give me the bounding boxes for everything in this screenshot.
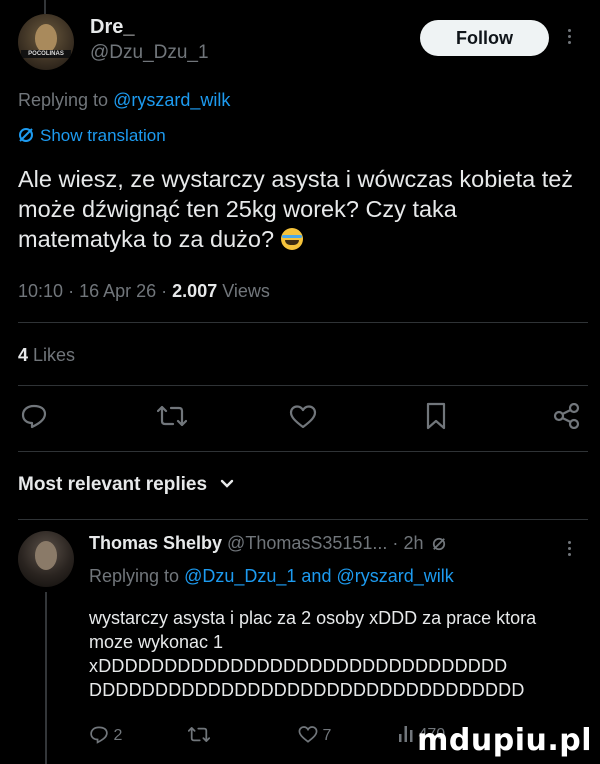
reply-more-options-icon[interactable] [568, 538, 574, 559]
show-translation[interactable]: Show translation [18, 126, 166, 146]
avatar-badge: POCOLINAS [21, 49, 71, 58]
like-icon [298, 726, 318, 743]
author-avatar[interactable]: POCOLINAS [18, 14, 74, 70]
translate-icon [19, 128, 33, 142]
author-handle[interactable]: @Dzu_Dzu_1 [90, 42, 209, 64]
divider [18, 519, 588, 520]
divider [18, 322, 588, 323]
replies-sort-label: Most relevant replies [18, 474, 208, 495]
meta-separator: · [161, 281, 168, 301]
replying-prefix: Replying to [18, 90, 109, 110]
reply-action-retweet[interactable] [187, 725, 211, 749]
likes-count: 4 [18, 345, 29, 365]
laughing-tears-emoji-icon [280, 228, 303, 250]
tweet-meta: 10:10 · 16 Apr 26 · 2.007 Views [18, 281, 270, 302]
tweet-time[interactable]: 10:10 [18, 281, 63, 301]
likes-summary[interactable]: 4 Likes [18, 345, 75, 366]
reply-thread-line [45, 592, 47, 764]
replies-sort-dropdown[interactable]: Most relevant replies [18, 474, 234, 496]
follow-button[interactable]: Follow [420, 20, 549, 56]
replying-mention[interactable]: @ryszard_wilk [113, 90, 230, 110]
reply-replying-prefix: Replying to [89, 566, 180, 586]
reply-count: 2 [113, 727, 123, 744]
reply-mention-2[interactable]: @ryszard_wilk [336, 566, 453, 586]
views-icon [399, 726, 413, 742]
chevron-down-icon [221, 479, 234, 488]
likes-label: Likes [33, 345, 76, 365]
views-label: Views [222, 281, 270, 301]
translate-icon [433, 537, 446, 551]
reply-icon [90, 726, 108, 744]
watermark-logo: mdupiu.pl [417, 723, 592, 758]
like-icon[interactable] [289, 404, 317, 430]
replying-to: Replying to @ryszard_wilk [18, 90, 230, 111]
retweet-icon [187, 727, 211, 742]
reply-body-line3: DDDDDDDDDDDDDDDDDDDDDDDDDDDDDDDDD [89, 680, 525, 700]
author-name[interactable]: Dre_ [90, 16, 134, 39]
like-count: 7 [322, 727, 332, 744]
reply-action-like[interactable]: 7 [298, 725, 331, 745]
reply-body-line2: xDDDDDDDDDDDDDDDDDDDDDDDDDDDDDDD [89, 656, 508, 676]
more-options-icon[interactable] [568, 26, 574, 47]
reply-replying-to: Replying to @Dzu_Dzu_1 and @ryszard_wilk [89, 566, 454, 587]
reply-action-reply[interactable]: 2 [89, 725, 122, 745]
show-translation-label: Show translation [40, 126, 166, 145]
reply-author-name[interactable]: Thomas Shelby [89, 533, 222, 553]
reply-avatar[interactable] [18, 531, 74, 587]
share-icon[interactable] [553, 403, 581, 429]
tweet-text: Ale wiesz, ze wystarczy asysta i wówczas… [18, 164, 588, 254]
reply-mention-1[interactable]: @Dzu_Dzu_1 [184, 566, 296, 586]
bookmark-icon[interactable] [425, 402, 447, 430]
divider [18, 451, 588, 452]
reply-icon[interactable] [20, 403, 48, 429]
reply-body: wystarczy asysta i plac za 2 osoby xDDD … [89, 608, 537, 652]
divider [18, 385, 588, 386]
reply-mention-and: and [301, 566, 332, 586]
reply-author-handle[interactable]: @ThomasS35151... [227, 533, 387, 553]
reply-time[interactable]: 2h [403, 533, 423, 553]
reply-separator: · [392, 533, 399, 553]
retweet-icon[interactable] [157, 403, 187, 429]
thread-line-top [44, 0, 46, 14]
reply-header: Thomas Shelby @ThomasS35151... · 2h [89, 533, 446, 554]
views-count: 2.007 [172, 281, 218, 301]
meta-separator: · [68, 281, 75, 301]
tweet-date[interactable]: 16 Apr 26 [79, 281, 156, 301]
reply-text: wystarczy asysta i plac za 2 osoby xDDD … [89, 606, 569, 702]
